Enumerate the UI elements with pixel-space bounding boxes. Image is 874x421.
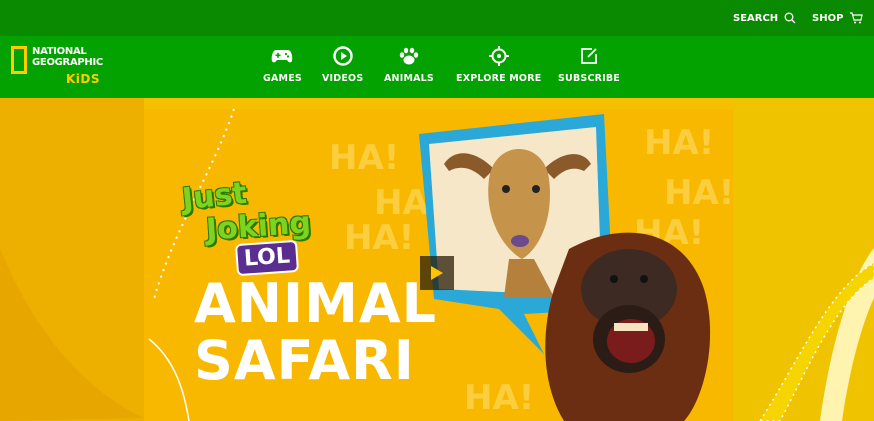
nav-item-games[interactable]: GAMES [263,46,302,84]
search-icon [784,12,796,24]
logo-line-kids: KiDS [66,72,101,86]
paw-icon [399,47,419,65]
logo-line-national: NATIONAL [32,46,87,57]
ha-text: HA! [344,218,414,258]
ha-text: HA! [644,123,714,163]
video-headline: ANIMAL SAFARI [194,275,437,389]
ha-text: HA! [464,378,534,418]
shop-label: SHOP [812,12,844,24]
logo-line-geographic: GEOGRAPHIC [32,57,103,68]
edit-icon [581,48,597,64]
series-title-joking: Joking [204,205,312,248]
nav-item-videos[interactable]: VIDEOS [322,46,363,84]
nav-label-animals: ANIMALS [384,73,434,84]
lol-badge: LOL [234,239,300,277]
nav-item-animals[interactable]: ANIMALS [384,46,434,84]
headline-line-1: ANIMAL [194,272,438,335]
search-label: SEARCH [733,12,779,24]
hero-video[interactable]: HA! HA! HA! HA! HA! HA! HA! Just Joking [144,109,733,421]
shop-link[interactable]: SHOP [812,12,864,24]
natgeo-kids-logo[interactable]: NATIONAL GEOGRAPHIC KiDS [11,44,121,90]
headline-line-2: SAFARI [194,329,415,392]
nav-item-explore-more[interactable]: EXPLORE MORE [456,46,541,84]
compass-icon [488,46,509,66]
yellow-border-icon [11,46,27,74]
nav-item-subscribe[interactable]: SUBSCRIBE [558,46,620,84]
ha-text: HA! [329,138,399,178]
search-link[interactable]: SEARCH [733,12,796,24]
play-icon [431,266,443,280]
play-button[interactable] [420,256,454,290]
main-navigation: NATIONAL GEOGRAPHIC KiDS GAMES VIDEOS AN… [0,36,874,98]
play-circle-icon [332,46,353,66]
nav-label-videos: VIDEOS [322,73,364,84]
utility-bar: SEARCH SHOP [0,0,874,36]
cart-icon [850,12,864,24]
nav-label-subscribe: SUBSCRIBE [558,73,620,84]
gamepad-icon [272,50,293,63]
nav-label-explore-more: EXPLORE MORE [456,73,542,84]
nav-label-games: GAMES [263,73,302,84]
ha-text: HA! [664,173,733,213]
